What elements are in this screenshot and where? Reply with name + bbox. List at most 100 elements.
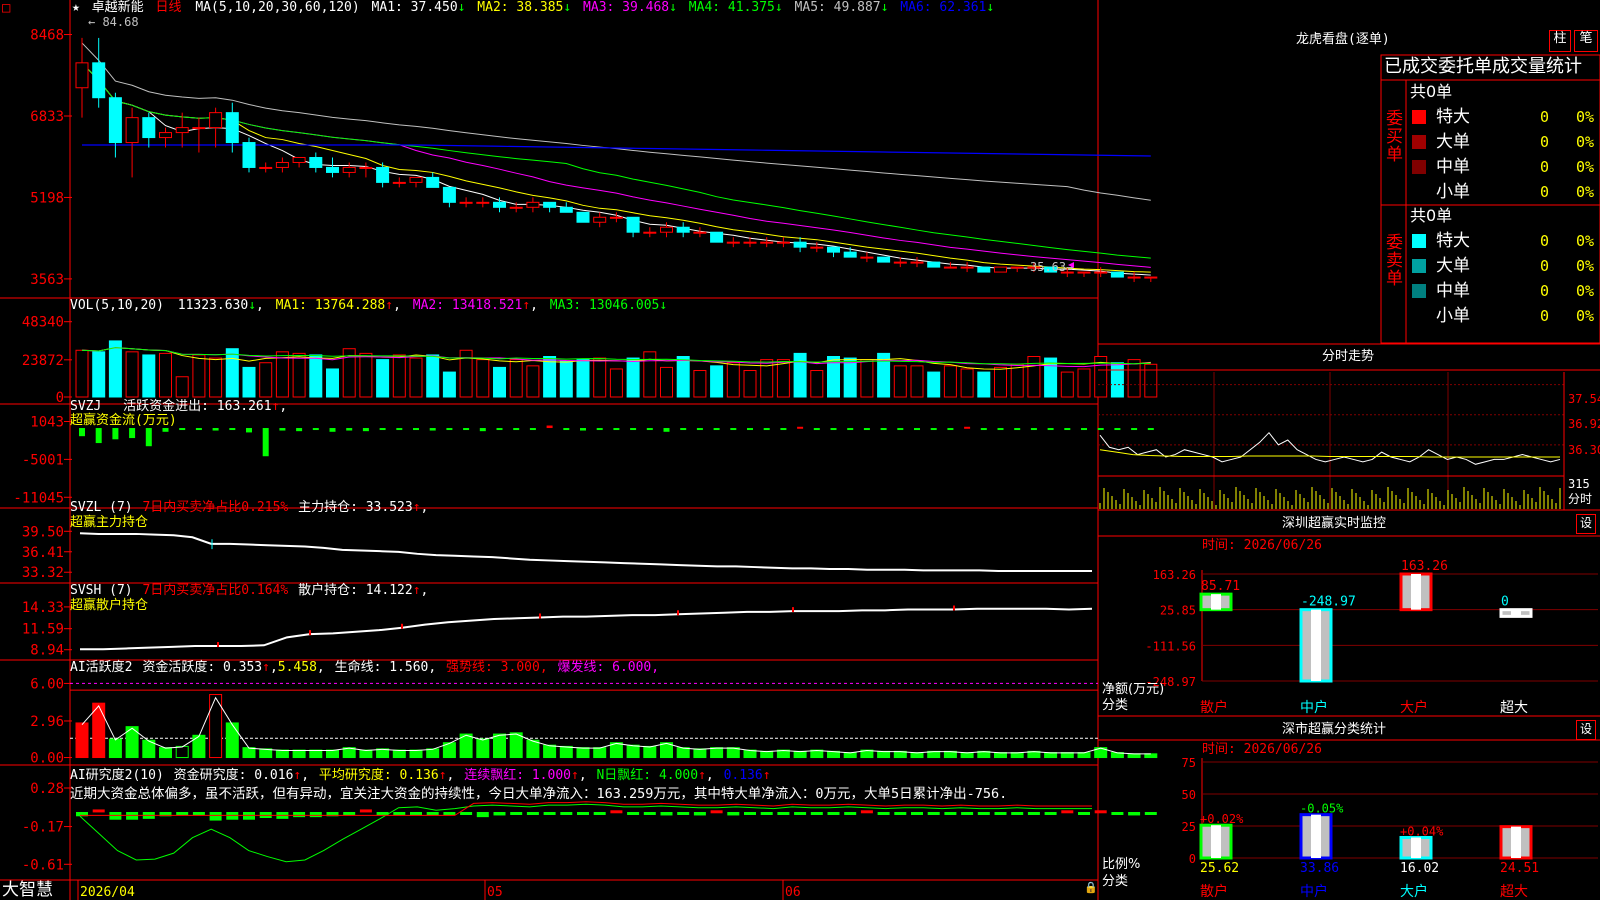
- candle-body[interactable]: [342, 166, 356, 173]
- research-bar[interactable]: [710, 810, 723, 814]
- research-bar[interactable]: [1044, 812, 1057, 815]
- candle-body[interactable]: [893, 261, 907, 264]
- research-bar[interactable]: [660, 812, 673, 816]
- volume-bar[interactable]: [660, 366, 673, 398]
- volume-bar[interactable]: [1077, 368, 1091, 398]
- tab-tick[interactable]: 笔: [1574, 30, 1598, 52]
- candle-body[interactable]: [376, 166, 390, 183]
- fund-flow-bar[interactable]: [1030, 428, 1037, 431]
- fund-flow-bar[interactable]: [429, 428, 436, 431]
- research-bar[interactable]: [526, 812, 539, 815]
- star-icon[interactable]: ★: [72, 0, 80, 15]
- volume-bar[interactable]: [893, 365, 907, 398]
- candle-body[interactable]: [75, 62, 89, 89]
- candle-body[interactable]: [776, 241, 790, 244]
- period-label[interactable]: 日线: [156, 0, 182, 15]
- volume-bar[interactable]: [326, 368, 339, 398]
- fund-flow-bar[interactable]: [897, 428, 904, 431]
- volume-bar[interactable]: [359, 352, 373, 398]
- candle-body[interactable]: [326, 166, 339, 173]
- candle-body[interactable]: [810, 246, 824, 249]
- candle-body[interactable]: [660, 226, 673, 233]
- research-bar[interactable]: [460, 812, 473, 815]
- activity-bar[interactable]: [309, 749, 323, 759]
- fund-flow-bar[interactable]: [496, 428, 503, 431]
- activity-bar[interactable]: [493, 733, 506, 759]
- candle-body[interactable]: [459, 201, 473, 204]
- fund-flow-bar[interactable]: [413, 428, 419, 431]
- volume-bar[interactable]: [275, 351, 289, 398]
- candle-body[interactable]: [643, 231, 657, 234]
- candle-body[interactable]: [626, 216, 640, 233]
- activity-bar[interactable]: [426, 748, 440, 759]
- fund-flow-bar[interactable]: [847, 428, 854, 431]
- candle-body[interactable]: [175, 127, 189, 134]
- volume-bar[interactable]: [960, 368, 974, 398]
- research-bar[interactable]: [1128, 812, 1141, 816]
- research-bar[interactable]: [777, 812, 790, 815]
- research-bar[interactable]: [643, 812, 656, 815]
- candle-body[interactable]: [827, 246, 840, 253]
- candle-body[interactable]: [1010, 266, 1024, 269]
- research-bar[interactable]: [560, 812, 573, 815]
- activity-bar[interactable]: [509, 732, 523, 759]
- volume-bar[interactable]: [175, 376, 189, 398]
- research-bar[interactable]: [176, 812, 189, 816]
- volume-bar[interactable]: [793, 352, 807, 398]
- fund-flow-bar[interactable]: [1131, 428, 1138, 431]
- fund-flow-bar[interactable]: [630, 428, 637, 431]
- activity-bar[interactable]: [559, 745, 573, 759]
- research-bar[interactable]: [476, 812, 489, 818]
- candle-body[interactable]: [426, 176, 440, 188]
- activity-bar[interactable]: [242, 747, 256, 759]
- candle-body[interactable]: [142, 117, 156, 139]
- research-bar[interactable]: [610, 810, 623, 814]
- volume-bar[interactable]: [1127, 359, 1141, 398]
- fund-flow-bar[interactable]: [1081, 428, 1087, 431]
- activity-bar[interactable]: [376, 748, 390, 759]
- research-bar[interactable]: [844, 812, 857, 815]
- research-bar[interactable]: [1061, 810, 1074, 814]
- activity-bar[interactable]: [409, 749, 423, 759]
- volume-bar[interactable]: [1110, 362, 1124, 398]
- candle-body[interactable]: [192, 127, 206, 130]
- activity-bar[interactable]: [159, 747, 172, 759]
- candle-body[interactable]: [242, 142, 256, 168]
- volume-bar[interactable]: [977, 371, 991, 398]
- research-bar[interactable]: [760, 812, 773, 815]
- volume-bar[interactable]: [108, 340, 122, 398]
- research-bar[interactable]: [693, 812, 706, 816]
- candle-body[interactable]: [676, 226, 690, 233]
- candle-body[interactable]: [793, 241, 807, 248]
- fund-flow-bar[interactable]: [329, 428, 336, 432]
- volume-bar[interactable]: [1144, 363, 1158, 398]
- candle-body[interactable]: [392, 181, 406, 184]
- volume-bar[interactable]: [693, 370, 707, 398]
- activity-bar[interactable]: [326, 749, 339, 759]
- volume-bar[interactable]: [142, 354, 156, 398]
- candle-body[interactable]: [743, 241, 757, 244]
- activity-bar[interactable]: [392, 749, 406, 759]
- research-bar[interactable]: [410, 812, 422, 815]
- research-bar[interactable]: [810, 812, 823, 815]
- research-bar[interactable]: [92, 809, 105, 813]
- candle-body[interactable]: [593, 216, 607, 223]
- fund-flow-bar[interactable]: [980, 428, 987, 431]
- volume-bar[interactable]: [209, 357, 223, 398]
- volume-bar[interactable]: [192, 354, 206, 398]
- activity-bar[interactable]: [259, 748, 273, 759]
- candle-body[interactable]: [559, 206, 573, 213]
- volume-bar[interactable]: [726, 362, 740, 398]
- candle-body[interactable]: [1094, 271, 1108, 274]
- fund-flow-bar[interactable]: [563, 428, 570, 431]
- candle-body[interactable]: [476, 201, 490, 204]
- candle-body[interactable]: [960, 266, 974, 269]
- volume-bar[interactable]: [1010, 363, 1024, 398]
- candle-body[interactable]: [92, 62, 106, 99]
- candle-body[interactable]: [693, 231, 707, 234]
- fund-flow-bar[interactable]: [830, 428, 837, 431]
- bottom-app-title[interactable]: 大智慧: [2, 880, 53, 900]
- fund-flow-bar[interactable]: [95, 428, 102, 444]
- candle-body[interactable]: [977, 266, 991, 273]
- activity-bar[interactable]: [576, 747, 590, 759]
